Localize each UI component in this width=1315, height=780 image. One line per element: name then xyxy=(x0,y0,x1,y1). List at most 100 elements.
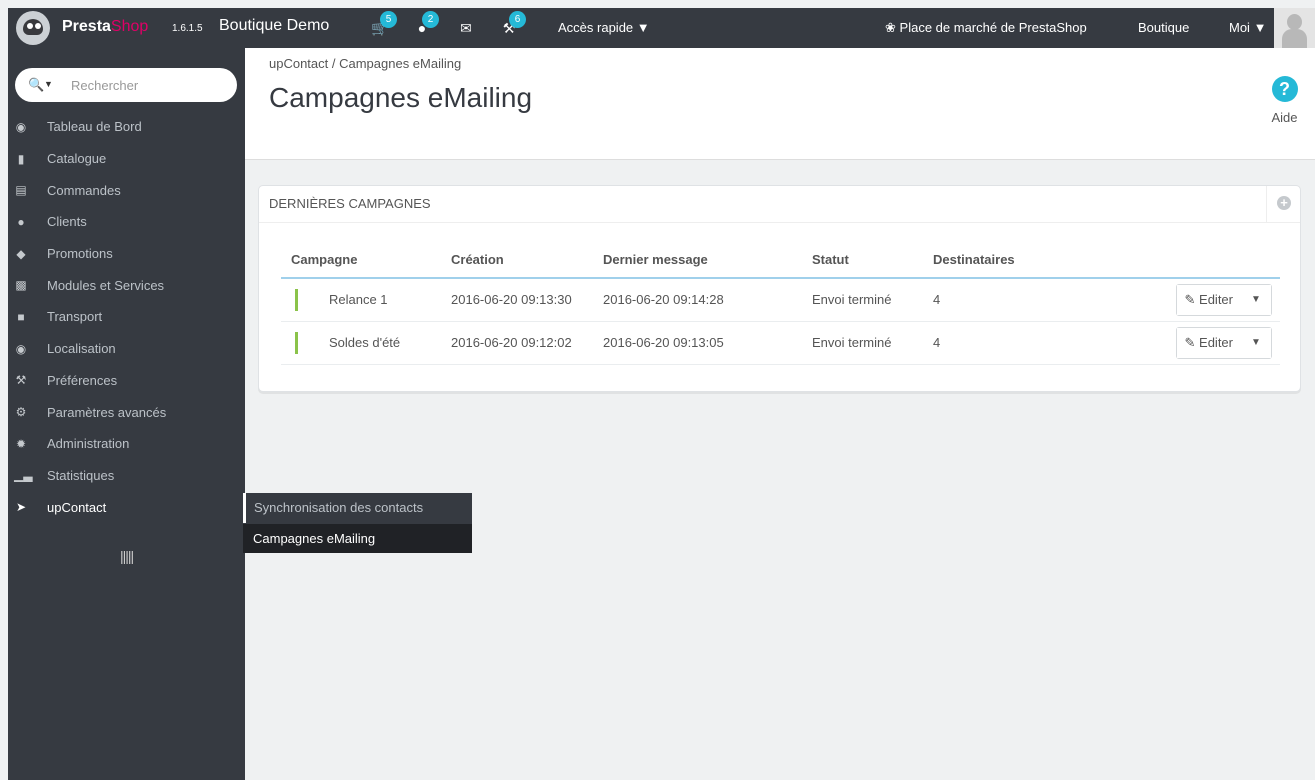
orders-cart-icon[interactable]: 🛒 5 xyxy=(370,11,397,38)
sidebar: 🔍 ▼ ◉Tableau de Bord ▮Catalogue ▤Command… xyxy=(8,48,245,780)
actions-cell: ✎ Editer ▼ xyxy=(1063,278,1280,322)
edit-button-group: ✎ Editer ▼ xyxy=(1175,326,1272,359)
sidebar-item-stats[interactable]: ▁▃ Statistiques xyxy=(8,460,245,492)
caret-down-icon: ▼ xyxy=(1251,294,1261,306)
users-icon: ● xyxy=(17,214,25,229)
add-campaign-button[interactable]: + xyxy=(1266,186,1300,223)
bar-chart-icon: ▁▃ xyxy=(14,468,33,483)
plus-circle-icon: + xyxy=(1277,196,1291,210)
edit-button[interactable]: ✎ Editer xyxy=(1176,284,1241,315)
page-header: upContact / Campagnes eMailing Campagnes… xyxy=(245,48,1315,160)
credit-card-icon: ▤ xyxy=(15,183,27,198)
recipients-count: 4 xyxy=(923,321,1063,365)
puzzle-icon: ▩ xyxy=(15,278,27,293)
tag-icon: ◆ xyxy=(16,246,26,261)
wrench-icon: ⚒ xyxy=(15,373,27,388)
breadcrumb[interactable]: upContact / Campagnes eMailing xyxy=(269,56,461,71)
trophy-icon[interactable]: ⚒ 6 xyxy=(499,11,526,38)
marketplace-link[interactable]: ❀ Place de marché de PrestaShop xyxy=(885,20,1087,36)
sidebar-item-modules[interactable]: ▩ Modules et Services xyxy=(8,269,245,301)
shop-link[interactable]: Boutique xyxy=(1138,20,1189,35)
last-message-date: 2016-06-20 09:13:05 xyxy=(593,321,802,365)
help-button[interactable]: ? Aide xyxy=(1270,76,1299,125)
col-created: Création xyxy=(441,241,593,279)
pencil-icon: ✎ xyxy=(1184,334,1196,350)
sidebar-item-customers[interactable]: ● Clients xyxy=(8,206,245,238)
sidebar-item-catalog[interactable]: ▮ Catalogue xyxy=(8,143,245,175)
upcontact-submenu: Synchronisation des contacts Campagnes e… xyxy=(243,493,472,553)
pencil-icon: ✎ xyxy=(1184,291,1196,307)
search-box[interactable]: 🔍 ▼ xyxy=(15,68,237,102)
submenu-item-sync-contacts[interactable]: Synchronisation des contacts xyxy=(243,493,472,523)
caret-down-icon: ▼ xyxy=(1251,337,1261,348)
edit-button[interactable]: ✎ Editer xyxy=(1176,327,1241,358)
version-label: 1.6.1.5 xyxy=(172,23,203,34)
main-menu: ◉ Tableau de Bord ▮ Catalogue ▤ Commandes ●… xyxy=(8,111,245,523)
prestashop-logo-icon[interactable] xyxy=(16,11,50,45)
edit-button-group: ✎ Editer ▼ xyxy=(1175,283,1272,316)
table-row[interactable]: Soldes d'été 2016-06-20 09:12:02 2016-06… xyxy=(281,321,1280,365)
sidebar-item-advanced-parameters[interactable]: ⚙ Paramètres avancés xyxy=(8,396,245,428)
paper-plane-icon: ➤ xyxy=(15,500,27,515)
shop-name[interactable]: Boutique Demo xyxy=(219,17,329,35)
cog-icon: ✹ xyxy=(15,436,27,451)
globe-icon: ◉ xyxy=(15,341,27,356)
sidebar-item-preferences[interactable]: ⚒ Préférences xyxy=(8,365,245,397)
status-text: Envoi terminé xyxy=(802,321,923,365)
sidebar-item-localization[interactable]: ◉ Localisation xyxy=(8,333,245,365)
caret-down-icon: ▼ xyxy=(1253,20,1267,35)
col-last-message: Dernier message xyxy=(593,241,802,279)
table-row[interactable]: Relance 1 2016-06-20 09:13:30 2016-06-20… xyxy=(281,278,1280,322)
employee-menu[interactable]: Moi ▼ xyxy=(1229,20,1266,35)
sidebar-item-promotions[interactable]: ◆ Promotions xyxy=(8,238,245,270)
col-campaign: Campagne xyxy=(281,241,441,279)
trophy-badge: 6 xyxy=(509,11,526,28)
sidebar-item-dashboard[interactable]: ◉ Tableau de Bord xyxy=(8,111,245,143)
messages-envelope-icon[interactable]: ✉ xyxy=(456,20,476,38)
col-status: Statut xyxy=(802,241,923,279)
chevron-down-icon[interactable]: ▼ xyxy=(44,79,53,89)
col-recipients: Destinataires xyxy=(923,241,1063,279)
recipients-count: 4 xyxy=(923,278,1063,322)
help-label: Aide xyxy=(1271,110,1298,125)
question-icon: ? xyxy=(1271,76,1298,102)
caret-down-icon: ▼ xyxy=(636,20,650,35)
campaign-name: Relance 1 xyxy=(281,278,441,322)
status-text: Envoi terminé xyxy=(802,278,923,322)
actions-dropdown-toggle[interactable]: ▼ xyxy=(1241,284,1271,315)
search-input[interactable] xyxy=(71,76,221,94)
campaigns-table: Campagne Création Dernier message Statut… xyxy=(281,241,1280,365)
page-title: Campagnes eMailing xyxy=(269,82,533,113)
col-actions xyxy=(1063,241,1280,279)
customers-user-icon[interactable]: ● 2 xyxy=(412,11,439,38)
campaigns-panel: DERNIÈRES CAMPAGNES + Campagne Création … xyxy=(258,185,1301,392)
created-date: 2016-06-20 09:13:30 xyxy=(441,278,593,322)
quick-access-menu[interactable]: Accès rapide ▼ xyxy=(558,20,650,35)
dashboard-icon: ◉ xyxy=(15,119,27,134)
campaign-name: Soldes d'été xyxy=(281,321,441,365)
customers-badge: 2 xyxy=(422,11,439,28)
avatar[interactable] xyxy=(1274,8,1315,48)
sidebar-item-upcontact[interactable]: ➤ upContact xyxy=(8,491,245,523)
book-icon: ▮ xyxy=(17,151,25,166)
collapse-sidebar-icon[interactable]: ||||| xyxy=(120,548,134,566)
cogs-icon: ⚙ xyxy=(15,405,27,420)
actions-dropdown-toggle[interactable]: ▼ xyxy=(1241,327,1271,358)
brand-name[interactable]: PrestaShop xyxy=(62,18,148,36)
sidebar-item-orders[interactable]: ▤ Commandes xyxy=(8,174,245,206)
created-date: 2016-06-20 09:12:02 xyxy=(441,321,593,365)
panel-heading: DERNIÈRES CAMPAGNES + xyxy=(259,186,1300,223)
top-header: PrestaShop 1.6.1.5 Boutique Demo 🛒 5 ● 2 ✉… xyxy=(8,8,1315,48)
status-indicator xyxy=(295,289,298,311)
status-indicator xyxy=(295,331,298,354)
panel-title: DERNIÈRES CAMPAGNES xyxy=(269,196,431,211)
actions-cell: ✎ Editer ▼ xyxy=(1063,321,1280,365)
truck-icon: ■ xyxy=(17,309,25,324)
search-icon[interactable]: 🔍 xyxy=(28,77,44,93)
puzzle-link-icon: ❀ xyxy=(885,20,896,35)
sidebar-item-shipping[interactable]: ■ Transport xyxy=(8,301,245,333)
submenu-item-email-campaigns[interactable]: Campagnes eMailing xyxy=(243,523,472,553)
orders-badge: 5 xyxy=(380,11,397,28)
sidebar-item-administration[interactable]: ✹ Administration xyxy=(8,428,245,460)
last-message-date: 2016-06-20 09:14:28 xyxy=(593,278,802,322)
